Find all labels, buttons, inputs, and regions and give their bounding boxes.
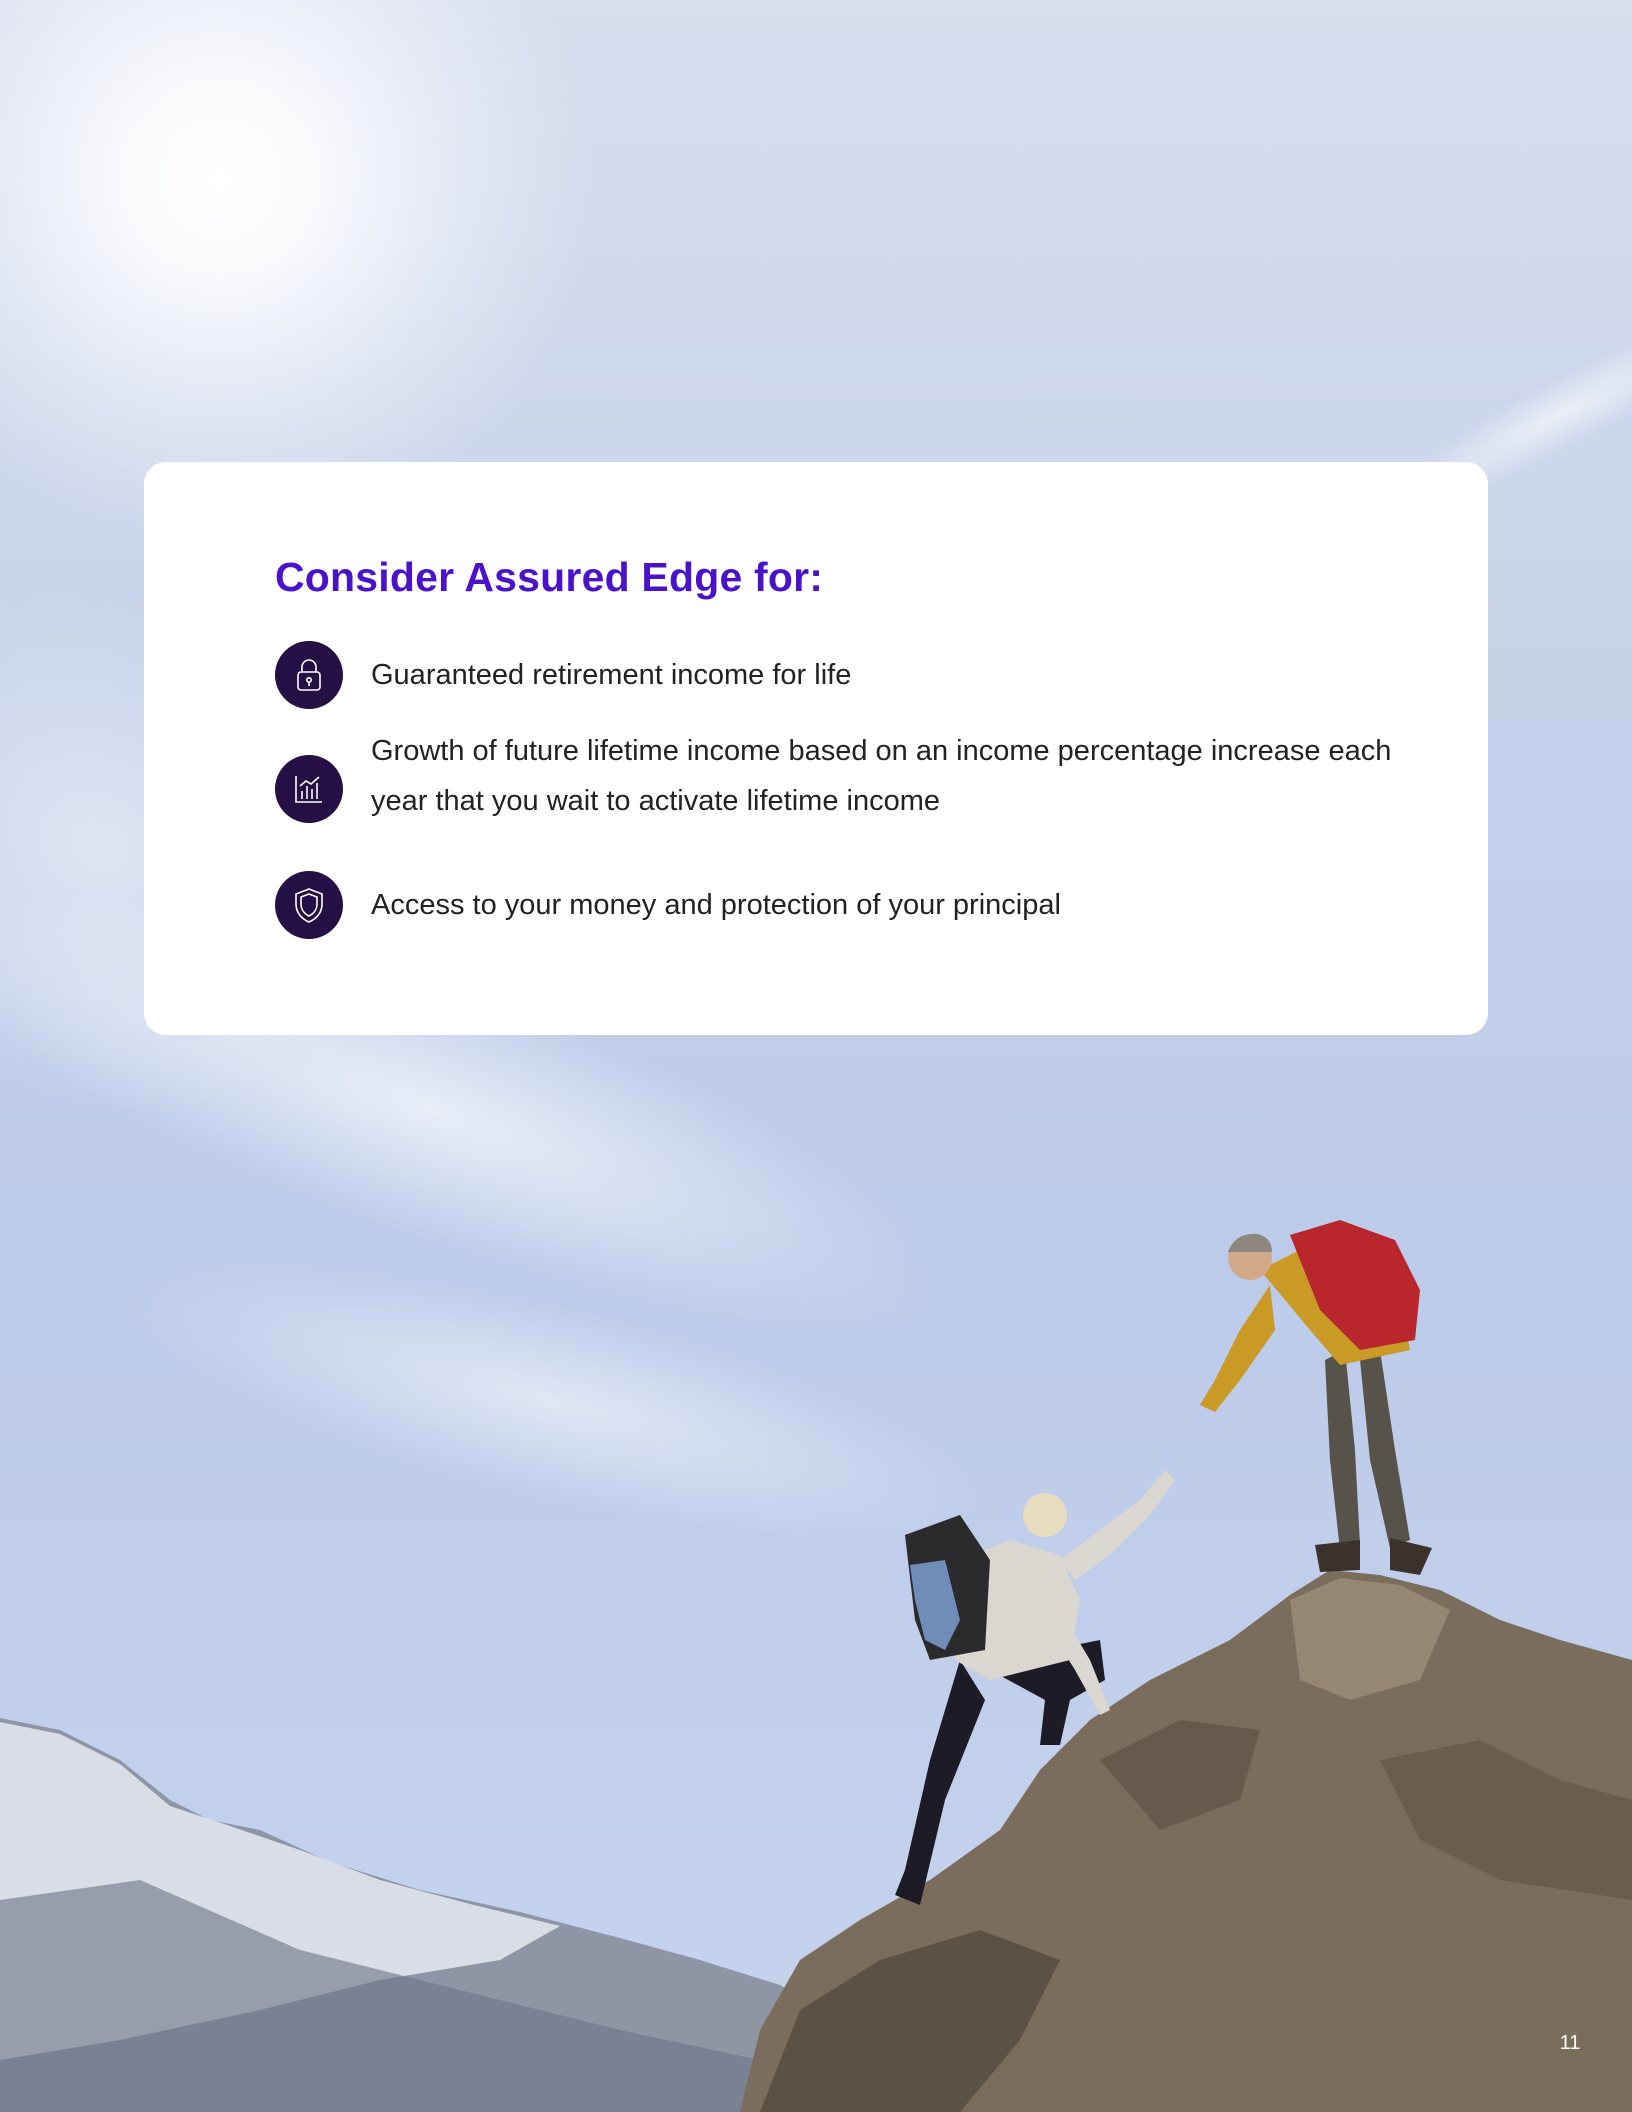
lock-icon (275, 641, 343, 709)
hiker-climbing-head (1023, 1493, 1067, 1537)
hiker-standing-arm (1200, 1285, 1275, 1412)
list-item: Guaranteed retirement income for life (275, 641, 1415, 709)
bar-chart-icon (275, 755, 343, 823)
list-item: Access to your money and protection of y… (275, 871, 1415, 939)
list-item-text: Guaranteed retirement income for life (371, 659, 852, 691)
hiker-standing-boots (1315, 1538, 1432, 1575)
card-title: Consider Assured Edge for: (275, 554, 824, 600)
page: Consider Assured Edge for: Guaranteed re… (0, 0, 1632, 2112)
hiker-standing-hair (1228, 1233, 1272, 1252)
hiker-climbing-arm (1060, 1470, 1175, 1580)
list-item: Growth of future lifetime income based o… (275, 726, 1415, 826)
shield-icon (275, 871, 343, 939)
list-item-text: Growth of future lifetime income based o… (371, 735, 1392, 817)
list-item-text: Access to your money and protection of y… (371, 889, 1061, 921)
mountain-hikers-photo (0, 1220, 1632, 2112)
hiker-standing-legs (1325, 1350, 1410, 1550)
features-card: Consider Assured Edge for: Guaranteed re… (144, 462, 1488, 1035)
page-number: 11 (1559, 2032, 1581, 2054)
